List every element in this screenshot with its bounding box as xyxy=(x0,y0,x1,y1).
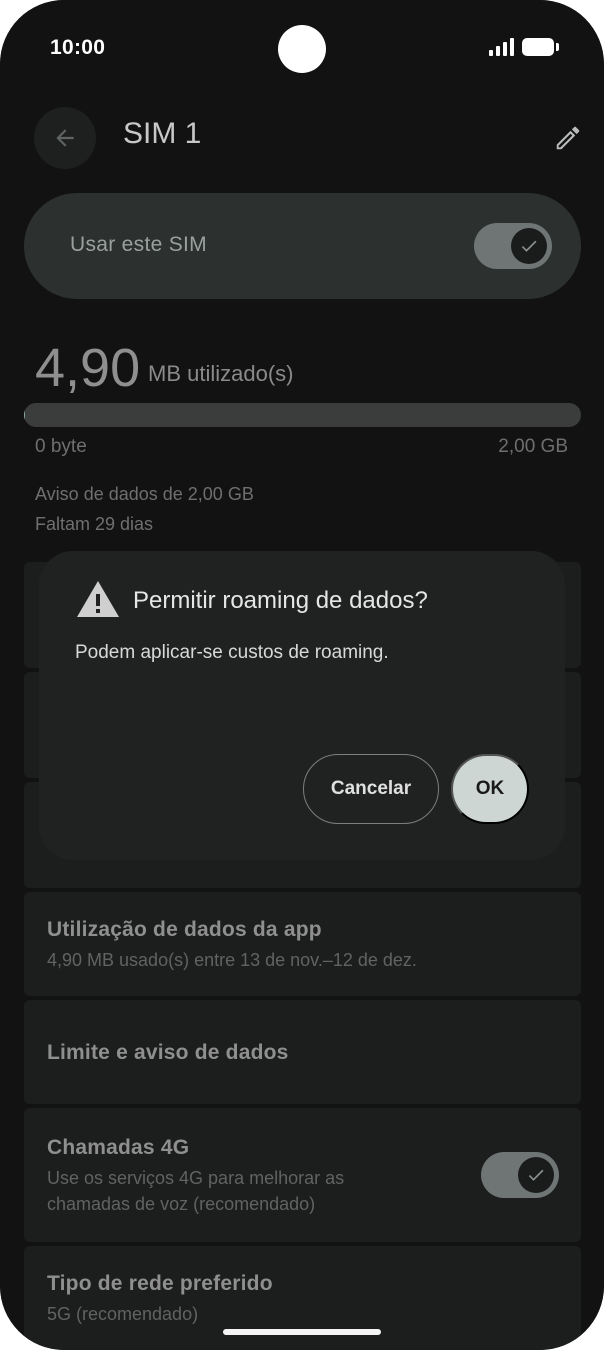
list-item-app-data-usage[interactable]: Utilização de dados da app 4,90 MB usado… xyxy=(24,892,581,996)
usage-progress-fill xyxy=(24,403,26,427)
data-warning-text: Aviso de dados de 2,00 GB xyxy=(35,484,254,504)
cancel-button[interactable]: Cancelar xyxy=(303,754,439,824)
toggle-knob xyxy=(518,1157,554,1193)
roaming-dialog: Permitir roaming de dados? Podem aplicar… xyxy=(39,551,565,860)
status-time: 10:00 xyxy=(50,36,106,59)
usage-unit: MB utilizado(s) xyxy=(148,361,294,386)
back-arrow-icon xyxy=(56,129,74,147)
back-button[interactable] xyxy=(34,107,96,169)
status-icons xyxy=(489,38,559,56)
usage-bar-max: 2,00 GB xyxy=(498,436,568,457)
signal-icon xyxy=(489,38,514,56)
usage-progress-bar xyxy=(24,403,581,427)
list-item-4g-calls[interactable]: Chamadas 4G Use os serviços 4G para melh… xyxy=(24,1108,581,1242)
list-item-title: Tipo de rede preferido xyxy=(47,1272,273,1295)
usage-amount: 4,90 xyxy=(35,338,141,398)
home-indicator[interactable] xyxy=(223,1329,381,1335)
page-title: SIM 1 xyxy=(123,117,202,150)
list-item-title: Limite e aviso de dados xyxy=(47,1041,289,1064)
toggle-knob xyxy=(511,228,547,264)
dialog-message: Podem aplicar-se custos de roaming. xyxy=(75,642,389,663)
list-item-data-limit[interactable]: Limite e aviso de dados xyxy=(24,1000,581,1104)
days-left-text: Faltam 29 dias xyxy=(35,514,154,534)
list-item-subtitle: Use os serviços 4G para melhorar as xyxy=(47,1168,345,1188)
camera-cutout xyxy=(278,25,326,73)
use-sim-row[interactable]: Usar este SIM xyxy=(24,193,581,299)
screen: 10:00 SIM 1 Usar este SIM 4,90 MB utiliz… xyxy=(0,0,604,1350)
usage-bar-min: 0 byte xyxy=(35,436,87,457)
edit-button[interactable] xyxy=(548,118,588,158)
dialog-title: Permitir roaming de dados? xyxy=(133,587,428,614)
check-icon xyxy=(521,240,537,252)
list-item-subtitle-2: chamadas de voz (recomendado) xyxy=(47,1194,316,1214)
list-item-title: Chamadas 4G xyxy=(47,1136,190,1159)
phone-frame: 10:00 SIM 1 Usar este SIM 4,90 MB utiliz… xyxy=(0,0,604,1350)
use-sim-label: Usar este SIM xyxy=(70,233,207,256)
calls-4g-toggle[interactable] xyxy=(481,1152,559,1198)
list-item-subtitle: 5G (recomendado) xyxy=(47,1304,199,1324)
ok-button[interactable]: OK xyxy=(451,754,529,824)
check-icon xyxy=(528,1169,544,1181)
use-sim-toggle[interactable] xyxy=(474,223,552,269)
battery-icon xyxy=(522,38,559,56)
edit-pencil-icon xyxy=(556,126,580,150)
warning-icon xyxy=(77,581,119,617)
list-item-subtitle: 4,90 MB usado(s) entre 13 de nov.–12 de … xyxy=(47,950,417,970)
list-item-title: Utilização de dados da app xyxy=(47,918,322,941)
